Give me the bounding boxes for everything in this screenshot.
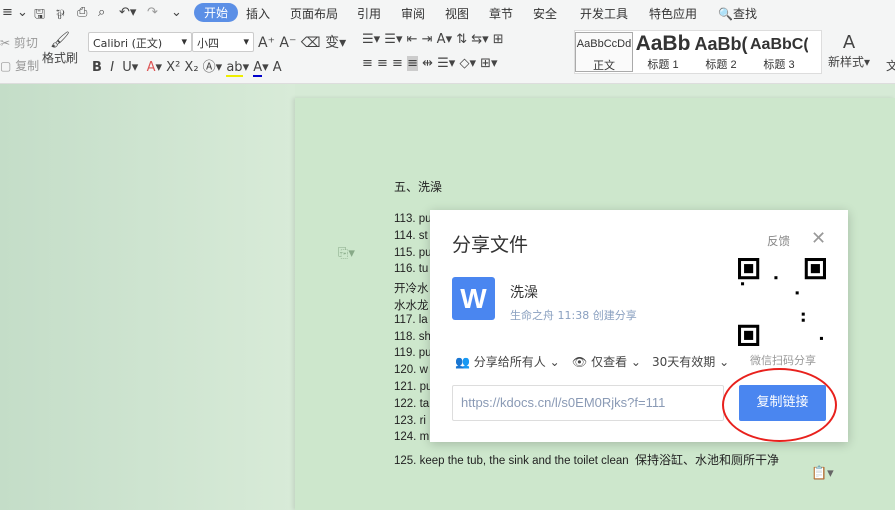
annotation-circle: [722, 368, 837, 442]
tab-developer[interactable]: 开发工具: [580, 5, 628, 22]
undo-icon[interactable]: ↶▾: [119, 5, 136, 20]
file-meta: 生命之舟 11:38 创建分享: [510, 309, 637, 322]
document-line: 125. keep the tub, the sink and the toil…: [394, 453, 780, 467]
customize-icon[interactable]: ⌄: [171, 5, 182, 20]
font-format-icons[interactable]: B I U▾ A▾ X² X₂ Ⓐ▾ ab▾ A▾ A: [92, 56, 282, 77]
menu-bar: ≡ ⌄ 🖫 ⅌ ⎙ ⌕ ↶▾ ↷ ⌄ 开始 插入 页面布局 引用 审阅 视图 章…: [0, 0, 895, 26]
tab-review[interactable]: 审阅: [401, 5, 425, 22]
document-line: 114. st: [394, 229, 428, 242]
format-icon[interactable]: ⅌: [56, 5, 65, 23]
share-scope-dropdown[interactable]: 👥 分享给所有人 ⌄: [455, 353, 560, 370]
format-painter-button[interactable]: 🖌 格式刷: [42, 30, 78, 66]
document-line: 115. pu: [394, 246, 432, 259]
qr-code: [738, 258, 826, 346]
validity-dropdown[interactable]: 30天有效期 ⌄: [652, 353, 729, 370]
style-heading-2[interactable]: AaBb(标题 2: [692, 32, 750, 72]
menu-icon[interactable]: ≡ ⌄: [2, 5, 28, 20]
close-icon[interactable]: ✕: [811, 228, 826, 249]
print-preview-icon[interactable]: ⌕: [98, 5, 105, 20]
document-line: 开冷水: [394, 281, 429, 296]
search-icon: 🔍: [718, 7, 733, 21]
document-line: 117. la: [394, 313, 428, 326]
tab-insert[interactable]: 插入: [246, 5, 270, 22]
document-line: 123. ri: [394, 414, 426, 427]
paste-options-icon[interactable]: 📋▾: [811, 466, 834, 481]
document-line: 122. ta: [394, 397, 430, 410]
search-button[interactable]: 🔍查找: [718, 5, 757, 22]
document-line: 水水龙: [394, 298, 429, 312]
tab-page-layout[interactable]: 页面布局: [290, 5, 338, 22]
paragraph-icons[interactable]: ☰▾ ☰▾ ⇤ ⇥ A▾ ⇅ ⇆▾ ⊞: [362, 32, 504, 47]
copy-button[interactable]: ▢ 复制: [0, 57, 39, 74]
tab-references[interactable]: 引用: [357, 5, 381, 22]
tab-view[interactable]: 视图: [445, 5, 469, 22]
feedback-link[interactable]: 反馈: [767, 233, 790, 249]
people-icon: 👥: [455, 355, 470, 369]
brush-icon: 🖌: [49, 30, 71, 49]
document-line: 124. m: [394, 431, 430, 444]
more-button[interactable]: 文: [886, 57, 895, 74]
print-icon[interactable]: ⎙: [77, 5, 87, 20]
tab-home[interactable]: 开始: [194, 3, 239, 22]
tab-sections[interactable]: 章节: [489, 5, 513, 22]
document-line: 119. pu: [394, 347, 432, 360]
file-name: 洗澡: [510, 285, 538, 301]
cut-button[interactable]: ✂ 剪切: [0, 34, 38, 51]
wps-writer-icon: W: [452, 277, 495, 320]
ribbon: ✂ 剪切 ▢ 复制 🖌 格式刷 Calibri (正文) ▾ 小四 ▾ A⁺ A⁻ …: [0, 26, 895, 84]
style-heading-1[interactable]: AaBb 标题 1: [634, 32, 692, 72]
document-line: 113. pu: [394, 213, 432, 225]
document-line: 118. sh: [394, 330, 431, 343]
share-link-input[interactable]: https://kdocs.cn/l/s0EM0Rjks?f=111: [452, 385, 724, 421]
permission-dropdown[interactable]: 👁 仅查看 ⌄: [572, 353, 641, 370]
document-line: 121. pu: [394, 381, 433, 393]
style-heading-3[interactable]: AaBbC(标题 3: [750, 32, 808, 72]
document-heading: 五、洗澡: [394, 180, 443, 194]
qr-caption: 微信扫码分享: [750, 354, 816, 367]
align-icons[interactable]: ≡ ≡ ≡ ≡ ⇹ ☰▾ ◇▾ ⊞▾: [362, 56, 498, 71]
tab-security[interactable]: 安全: [533, 5, 557, 22]
tab-features[interactable]: 特色应用: [649, 5, 697, 22]
new-style-icon: A: [842, 32, 856, 53]
grow-font-icon[interactable]: A⁺ A⁻ ⌫ 变▾: [258, 32, 346, 52]
dialog-title: 分享文件: [452, 234, 529, 256]
style-normal[interactable]: AaBbCcDd 正文: [575, 32, 633, 72]
eye-icon: 👁: [572, 355, 588, 369]
font-name-select[interactable]: Calibri (正文) ▾: [88, 32, 192, 52]
save-icon[interactable]: 🖫: [34, 5, 45, 27]
new-style-button[interactable]: A 新样式▾: [828, 32, 870, 70]
font-size-select[interactable]: 小四 ▾: [192, 32, 254, 52]
document-line: 116. tu: [394, 263, 429, 276]
workspace-background: [0, 84, 295, 510]
paragraph-layout-icon[interactable]: ⎘▾: [338, 246, 355, 261]
document-line: 120. w: [394, 364, 428, 377]
redo-icon[interactable]: ↷: [147, 5, 158, 20]
